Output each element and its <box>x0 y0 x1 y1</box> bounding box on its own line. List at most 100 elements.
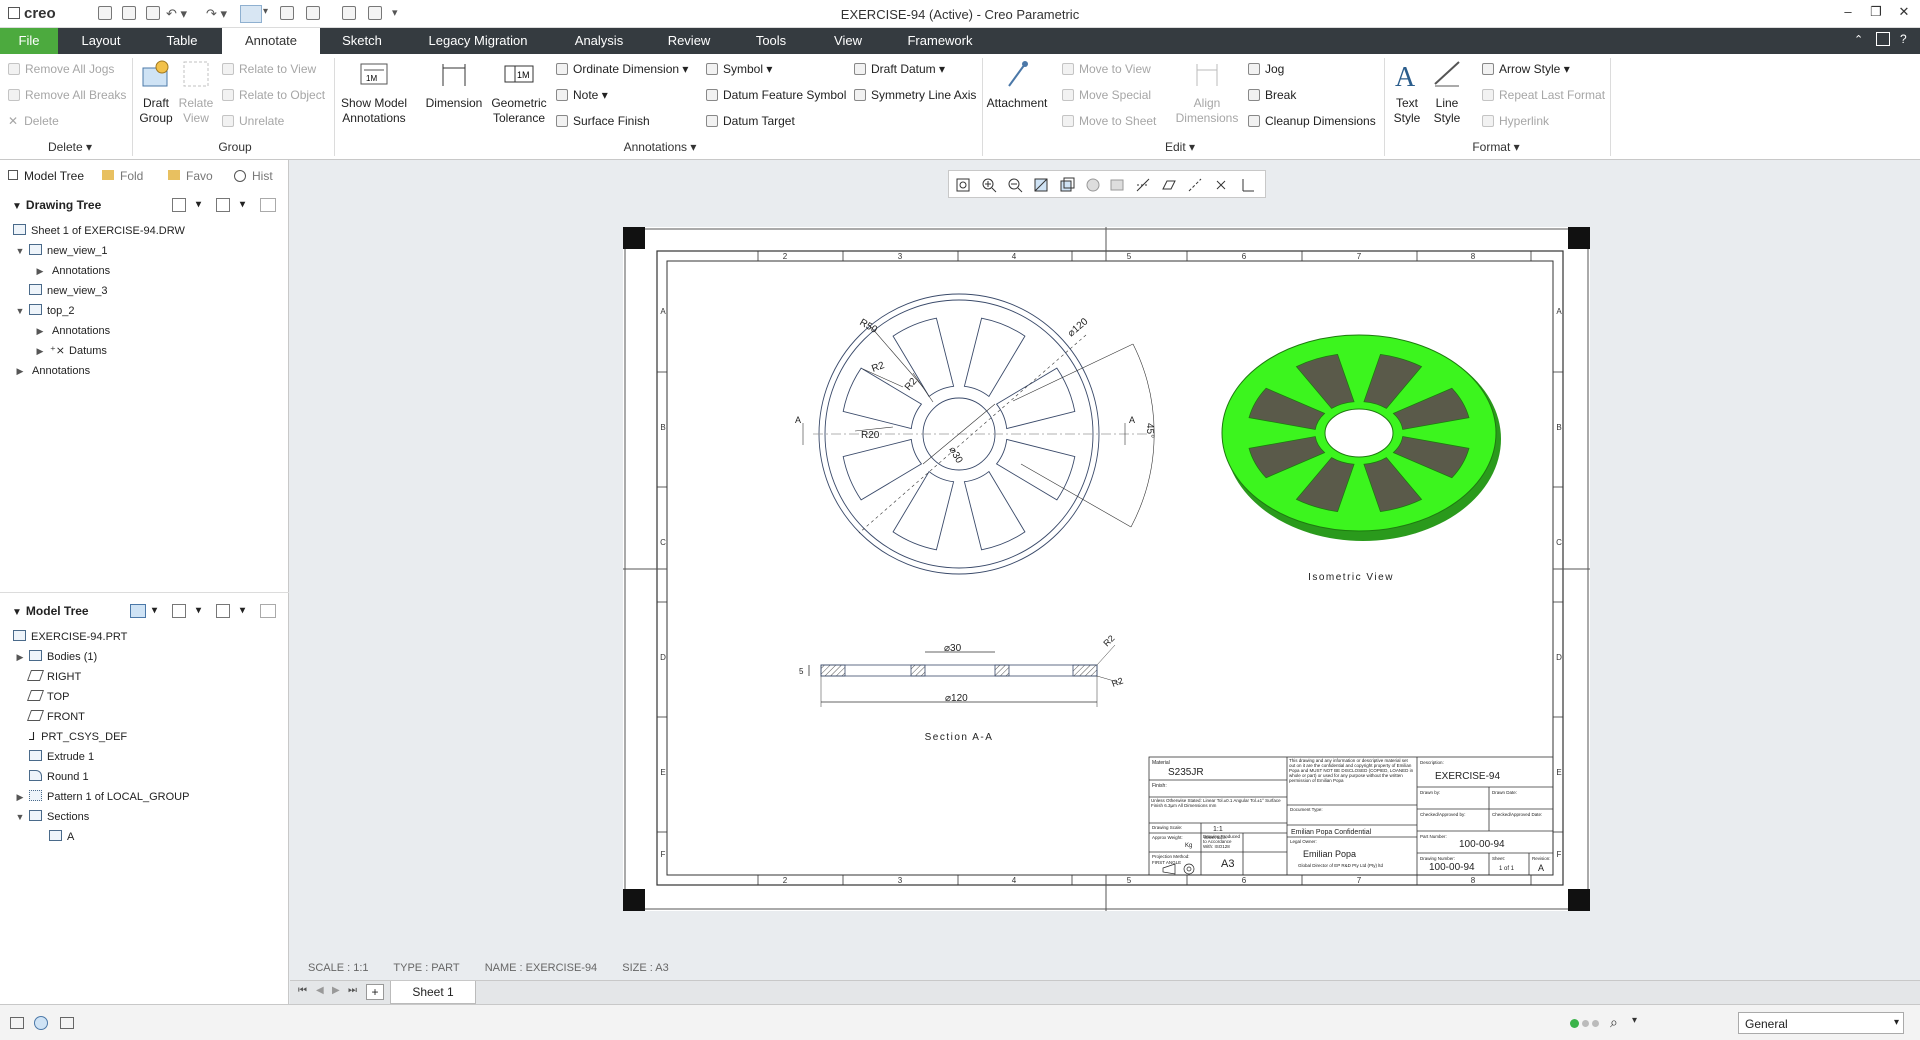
text-style-button[interactable]: A Text Style <box>1388 58 1426 126</box>
relate-to-object-button[interactable]: Relate to Object <box>222 84 325 106</box>
drawing-sheet[interactable]: 2 3 4 5 6 7 8 2 3 4 5 6 7 8 A B C D E F … <box>623 227 1590 911</box>
dimension-button[interactable]: Dimension <box>422 58 486 111</box>
tree-view-dropdown-icon[interactable]: ▾ <box>152 599 157 623</box>
tab-file[interactable]: File <box>0 28 58 54</box>
align-dimensions-button[interactable]: Align Dimensions <box>1172 58 1242 126</box>
zoom-out-icon[interactable] <box>1007 177 1023 193</box>
panel-tab-folder[interactable]: Fold <box>102 166 143 186</box>
tab-annotate[interactable]: Annotate <box>222 28 320 54</box>
remove-all-breaks-button[interactable]: Remove All Breaks <box>8 84 126 106</box>
next-sheet-icon[interactable]: ▶ <box>332 985 340 996</box>
cleanup-dimensions-button[interactable]: Cleanup Dimensions <box>1248 110 1376 132</box>
tree-item-annotations[interactable]: ▶ Annotations <box>34 261 111 281</box>
line-style-button[interactable]: Line Style <box>1428 58 1466 126</box>
first-sheet-icon[interactable]: ⏮ <box>298 985 307 996</box>
tree-item-section-a[interactable]: A <box>46 827 74 847</box>
tree-item-part[interactable]: EXERCISE-94.PRT <box>10 627 127 647</box>
sheet-tab-1[interactable]: Sheet 1 <box>390 981 476 1004</box>
zoom-in-icon[interactable] <box>981 177 997 193</box>
annotations-group-label[interactable]: Annotations ▾ <box>600 140 720 154</box>
tree-item-bodies[interactable]: ▶ Bodies (1) <box>14 647 97 667</box>
relate-to-view-button[interactable]: Relate to View <box>222 58 316 80</box>
tree-tools-dropdown-icon[interactable]: ▾ <box>196 599 201 623</box>
restore-icon[interactable]: ❐ <box>1866 4 1886 22</box>
edit-group-label[interactable]: Edit ▾ <box>1140 140 1220 154</box>
note-button[interactable]: Note ▾ <box>556 84 608 106</box>
datum-display-icon[interactable] <box>1135 177 1151 193</box>
delete-button[interactable]: ✕ Delete <box>8 110 59 132</box>
tree-item-top-2[interactable]: ▼ top_2 <box>14 301 75 321</box>
collapse-ribbon-icon[interactable]: ⌃ <box>1854 33 1863 46</box>
tab-table[interactable]: Table <box>152 28 212 54</box>
collapse-icon[interactable]: ▼ <box>12 607 22 618</box>
tree-filter-icon[interactable] <box>260 604 276 618</box>
collapse-icon[interactable]: ▼ <box>12 201 22 212</box>
saved-orientations-icon[interactable] <box>1059 177 1075 193</box>
find-dropdown-icon[interactable]: ▾ <box>1632 1015 1637 1026</box>
relate-view-button[interactable]: Relate View <box>176 58 216 126</box>
delete-group-label[interactable]: Delete ▾ <box>20 140 120 154</box>
expanded-icon[interactable]: ▼ <box>14 301 26 321</box>
collapsed-icon[interactable]: ▶ <box>14 787 26 807</box>
remove-all-jogs-button[interactable]: Remove All Jogs <box>8 58 114 80</box>
last-sheet-icon[interactable]: ⏭ <box>348 985 357 996</box>
geometric-tolerance-button[interactable]: 1M Geometric Tolerance <box>490 58 548 126</box>
tree-item-annotations[interactable]: ▶ Annotations <box>14 361 91 381</box>
tree-item-round[interactable]: Round 1 <box>26 767 89 787</box>
display-style-icon[interactable] <box>1085 177 1101 193</box>
symbol-button[interactable]: Symbol ▾ <box>706 58 772 80</box>
tree-item-new-view-1[interactable]: ▼ new_view_1 <box>14 241 108 261</box>
tree-item-sheet[interactable]: Sheet 1 of EXERCISE-94.DRW <box>10 221 185 241</box>
tree-item-csys[interactable]: ⅃ PRT_CSYS_DEF <box>26 727 127 747</box>
tree-item-right[interactable]: RIGHT <box>26 667 81 687</box>
add-sheet-icon[interactable]: + <box>366 984 384 1000</box>
full-screen-icon[interactable] <box>60 1017 74 1029</box>
datum-planes-icon[interactable] <box>1161 177 1177 193</box>
panel-tab-history[interactable]: Hist <box>234 166 273 186</box>
symmetry-line-axis-button[interactable]: Symmetry Line Axis <box>854 84 976 106</box>
tree-item-front[interactable]: FRONT <box>26 707 85 727</box>
find-icon[interactable]: ⌕ <box>1610 1014 1618 1031</box>
move-to-sheet-button[interactable]: Move to Sheet <box>1062 110 1156 132</box>
tree-tools-icon[interactable] <box>172 604 186 618</box>
tab-legacy-migration[interactable]: Legacy Migration <box>418 28 538 54</box>
tab-framework[interactable]: Framework <box>898 28 982 54</box>
show-model-annotations-button[interactable]: 1M Show Model Annotations <box>338 58 410 126</box>
tree-filter-icon[interactable] <box>260 198 276 212</box>
isometric-view[interactable]: Isometric View <box>1221 334 1501 583</box>
datum-feature-symbol-button[interactable]: Datum Feature Symbol <box>706 84 846 106</box>
tree-item-sections[interactable]: ▼ Sections <box>14 807 89 827</box>
tab-analysis[interactable]: Analysis <box>566 28 632 54</box>
tree-tools-icon[interactable] <box>172 198 186 212</box>
collapsed-icon[interactable]: ▶ <box>14 361 26 381</box>
hyperlink-button[interactable]: Hyperlink <box>1482 110 1549 132</box>
window-close-icon[interactable]: ✕ <box>1894 4 1914 22</box>
tree-settings-dropdown-icon[interactable]: ▾ <box>240 193 245 217</box>
tab-view[interactable]: View <box>826 28 870 54</box>
expanded-icon[interactable]: ▼ <box>14 241 26 261</box>
surface-finish-button[interactable]: Surface Finish <box>556 110 650 132</box>
tree-settings-dropdown-icon[interactable]: ▾ <box>240 599 245 623</box>
unrelate-button[interactable]: Unrelate <box>222 110 284 132</box>
move-to-view-button[interactable]: Move to View <box>1062 58 1151 80</box>
tree-item-top[interactable]: TOP <box>26 687 69 707</box>
draft-group-button[interactable]: Draft Group <box>136 58 176 126</box>
browser-toggle-icon[interactable] <box>34 1016 48 1030</box>
break-button[interactable]: Break <box>1248 84 1296 106</box>
datum-axes-icon[interactable] <box>1187 177 1203 193</box>
tab-review[interactable]: Review <box>664 28 714 54</box>
tree-settings-icon[interactable] <box>216 198 230 212</box>
collapsed-icon[interactable]: ▶ <box>14 647 26 667</box>
display-icon[interactable] <box>1876 32 1890 46</box>
collapsed-icon[interactable]: ▶ <box>34 341 46 361</box>
panel-tab-model-tree[interactable]: Model Tree <box>8 166 84 186</box>
help-icon[interactable]: ? <box>1900 32 1907 46</box>
arrow-style-button[interactable]: Arrow Style ▾ <box>1482 58 1570 80</box>
tab-layout[interactable]: Layout <box>70 28 132 54</box>
collapsed-icon[interactable]: ▶ <box>34 321 46 341</box>
shaded-icon[interactable] <box>1109 177 1125 193</box>
collapsed-icon[interactable]: ▶ <box>34 261 46 281</box>
panel-tab-favorites[interactable]: Favo <box>168 166 213 186</box>
tree-item-annotations[interactable]: ▶ Annotations <box>34 321 111 341</box>
attachment-button[interactable]: Attachment <box>986 58 1048 111</box>
